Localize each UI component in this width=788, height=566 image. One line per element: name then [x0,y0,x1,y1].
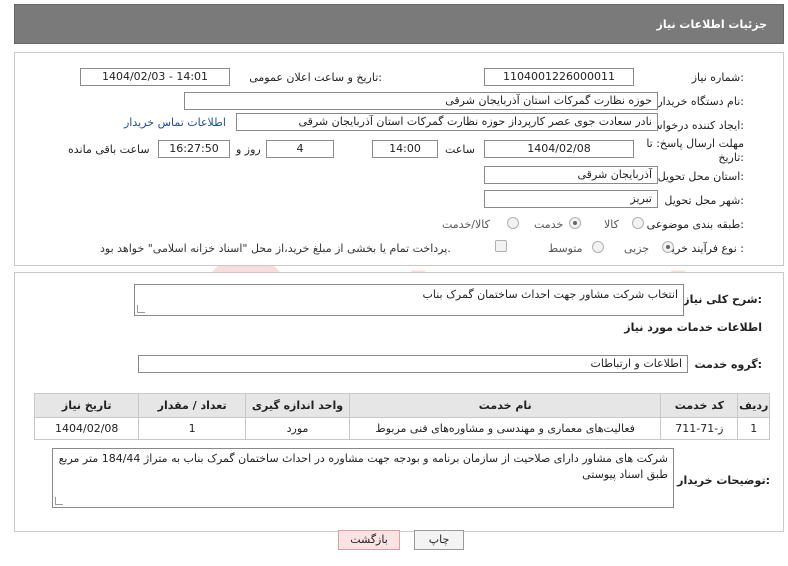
category-radio-service[interactable] [569,217,581,229]
col-service-name: نام خدمت [349,393,662,418]
remaining-label: ساعت باقی مانده [68,143,150,156]
province-field: آذربایجان شرقی [484,166,658,184]
print-button[interactable]: چاپ [414,530,464,550]
category-option-goods: کالا [604,218,619,231]
col-quantity: تعداد / مقدار [138,393,246,418]
service-group-field: اطلاعات و ارتباطات [138,355,688,373]
buyer-org-label: نام دستگاه خریدار: [657,95,744,108]
announce-field: 1404/02/03 - 14:01 [80,68,230,86]
deadline-date-field: 1404/02/08 [484,140,634,158]
buyer-notes-field: شرکت های مشاور دارای صلاحیت از سازمان بر… [52,448,674,508]
col-row: ردیف [737,393,770,418]
col-unit: واحد اندازه گیری [244,393,351,418]
process-radio-minor[interactable] [662,241,674,253]
page-title: جزئیات اطلاعات نیاز [656,18,768,31]
services-table-header: ردیف کد خدمت نام خدمت واحد اندازه گیری ت… [33,393,770,418]
remaining-time-field: 16:27:50 [158,140,230,158]
cell-quantity: 1 [138,417,246,440]
days-field: 4 [266,140,334,158]
cell-service-name: فعالیت‌های معماری و مهندسی و مشاوره‌های … [349,417,662,440]
category-radio-goods-service[interactable] [507,217,519,229]
creator-field: نادر سعادت جوی عصر کارپرداز حوزه نظارت گ… [236,113,658,131]
city-field: تبریز [484,190,658,208]
deadline-label: مهلت ارسال پاسخ: تا [646,137,744,150]
process-label: نوع فرآیند خرید : [666,242,744,255]
resize-grip-icon[interactable] [137,305,145,313]
category-radio-goods[interactable] [632,217,644,229]
buyer-org-field: حوزه نظارت گمرکات استان آذربایجان شرقی [184,92,658,110]
announce-label: تاریخ و ساعت اعلان عمومی: [249,71,382,84]
category-option-service: خدمت [534,218,564,231]
need-number-label: شماره نیاز: [691,71,744,84]
category-option-goods-service: کالا/خدمت [442,218,490,231]
resize-grip-icon[interactable] [55,497,63,505]
payment-note: پرداخت تمام یا بخشی از مبلغ خرید،از محل … [100,242,451,255]
process-option-medium: متوسط [548,242,583,255]
process-option-minor: جزیی [624,242,650,255]
services-section-title: اطلاعات خدمات مورد نیاز [624,321,762,334]
service-group-label: گروه خدمت: [694,358,762,371]
cell-unit: مورد [244,417,351,440]
back-button[interactable]: بازگشت [338,530,400,550]
summary-field: انتخاب شرکت مشاور جهت احداث ساختمان گمرک… [134,284,684,316]
col-service-code: کد خدمت [660,393,739,418]
need-number-field: 1104001226000011 [484,68,634,86]
services-table: ردیف کد خدمت نام خدمت واحد اندازه گیری ت… [33,393,770,440]
treasury-payment-checkbox[interactable] [495,240,507,252]
city-label: شهر محل تحویل: [664,194,744,207]
buyer-notes-text: شرکت های مشاور دارای صلاحیت از سازمان بر… [58,452,668,481]
cell-need-date: 1404/02/08 [33,417,140,440]
process-radio-medium[interactable] [592,241,604,253]
days-label: روز و [236,143,261,156]
buyer-notes-label: توضیحات خریدار: [677,474,770,487]
category-label: طبقه بندی موضوعی: [646,218,744,231]
contact-info-link[interactable]: اطلاعات تماس خریدار [124,116,226,129]
deadline-time-field: 14:00 [372,140,438,158]
page-header: جزئیات اطلاعات نیاز [14,4,784,44]
summary-label: شرح کلی نیاز: [683,293,762,306]
province-label: استان محل تحویل: [657,170,744,183]
deadline-date-label: تاریخ: [718,151,744,164]
cell-row: 1 [737,417,770,440]
deadline-time-label: ساعت [445,143,475,156]
summary-text: انتخاب شرکت مشاور جهت احداث ساختمان گمرک… [422,288,678,301]
table-row: 1 ز-71-711 فعالیت‌های معماری و مهندسی و … [33,417,770,440]
cell-service-code: ز-71-711 [660,417,739,440]
col-need-date: تاریخ نیاز [33,393,140,418]
